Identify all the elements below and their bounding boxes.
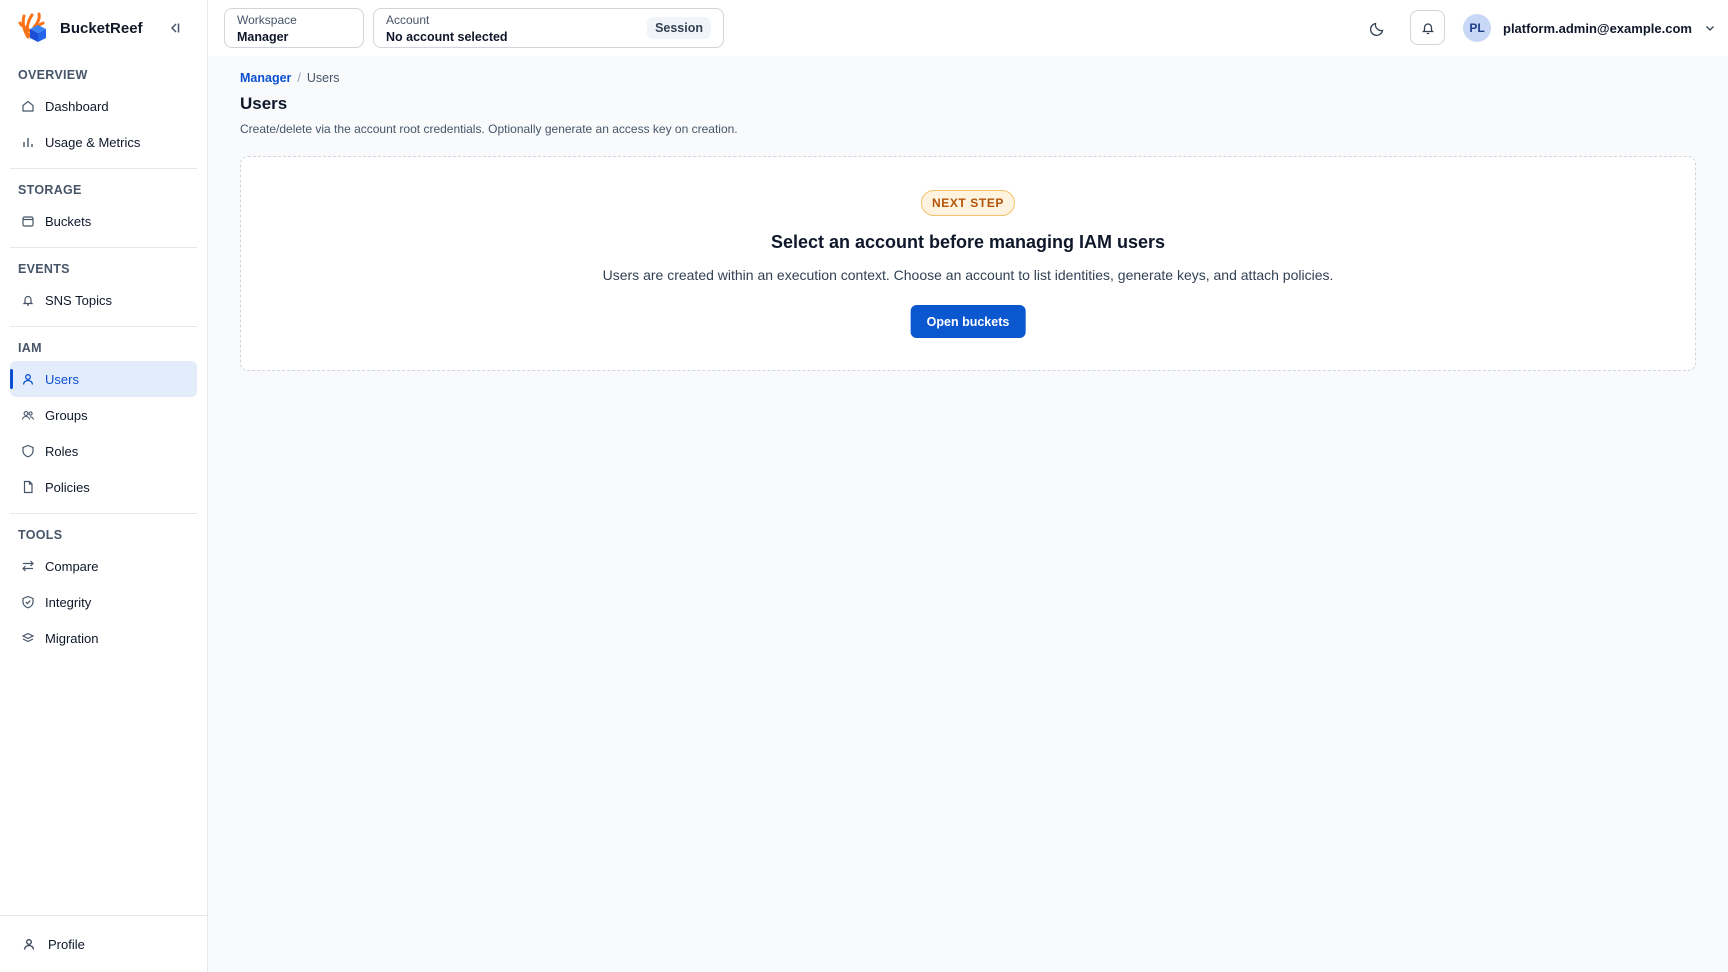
next-step-badge: NEXT STEP	[920, 190, 1016, 216]
section-title: TOOLS	[18, 528, 63, 542]
shield-check-icon	[21, 595, 35, 609]
sidebar-item-label: Dashboard	[45, 98, 109, 114]
sidebar-item-label: Usage & Metrics	[45, 134, 141, 150]
nav-section-events: EVENTS SNS Topics	[10, 256, 197, 327]
sidebar-nav: OVERVIEW Dashboard Usage & Metrics STORA…	[10, 62, 197, 672]
sidebar-item-label: Buckets	[45, 213, 92, 229]
empty-state-card: NEXT STEP Select an account before manag…	[240, 156, 1696, 371]
topbar: Workspace Manager Account No account sel…	[208, 0, 1728, 56]
session-chip: Session	[647, 17, 711, 39]
page-description: Create/delete via the account root crede…	[240, 122, 738, 136]
section-title: IAM	[18, 341, 42, 355]
account-selector[interactable]: Account No account selected Session	[373, 8, 724, 48]
breadcrumb: Manager / Users	[240, 71, 340, 85]
section-title: OVERVIEW	[18, 68, 88, 82]
brand-name: BucketReef	[60, 19, 143, 37]
compare-icon	[21, 559, 35, 573]
sidebar-item-usage-metrics[interactable]: Usage & Metrics	[10, 124, 197, 160]
sidebar-item-label: Groups	[45, 407, 88, 423]
breadcrumb-current: Users	[306, 71, 340, 85]
nav-section-tools: TOOLS Compare Integrity Migration	[10, 522, 197, 664]
migration-icon	[21, 631, 35, 645]
breadcrumb-separator: /	[297, 71, 301, 85]
open-buckets-button[interactable]: Open buckets	[910, 305, 1026, 338]
sidebar-item-profile[interactable]: Profile	[0, 915, 207, 972]
nav-section-iam: IAM Users Groups Roles Policies	[10, 335, 197, 514]
sidebar-item-label: Compare	[45, 558, 99, 574]
sidebar-item-dashboard[interactable]: Dashboard	[10, 88, 197, 124]
file-icon	[21, 480, 35, 494]
bucket-icon	[21, 214, 35, 228]
section-title: EVENTS	[18, 262, 70, 276]
workspace-selector[interactable]: Workspace Manager	[224, 8, 364, 48]
sidebar-item-label: SNS Topics	[45, 292, 112, 308]
users-icon	[21, 408, 35, 422]
sidebar-item-policies[interactable]: Policies	[10, 469, 197, 505]
user-email: platform.admin@example.com	[1503, 20, 1692, 36]
chevron-down-icon	[1704, 22, 1716, 34]
bar-chart-icon	[21, 135, 35, 149]
workspace-value: Manager	[237, 30, 289, 44]
home-icon	[21, 99, 35, 113]
nav-section-storage: STORAGE Buckets	[10, 177, 197, 248]
theme-toggle-button[interactable]	[1368, 18, 1388, 38]
page-title: Users	[240, 94, 288, 113]
sidebar-item-buckets[interactable]: Buckets	[10, 203, 197, 239]
sidebar-item-sns-topics[interactable]: SNS Topics	[10, 282, 197, 318]
sidebar-item-label: Roles	[45, 443, 79, 459]
sidebar-item-groups[interactable]: Groups	[10, 397, 197, 433]
collapse-icon	[167, 21, 181, 35]
empty-state-description: Users are created within an execution co…	[602, 267, 1334, 283]
bell-icon	[21, 293, 35, 307]
workspace-label: Workspace	[237, 13, 297, 27]
sidebar-item-label: Users	[45, 371, 79, 387]
shield-icon	[21, 444, 35, 458]
moon-icon	[1368, 18, 1388, 38]
sidebar-item-compare[interactable]: Compare	[10, 548, 197, 584]
collapse-sidebar-button[interactable]	[164, 18, 184, 38]
notifications-button[interactable]	[1410, 10, 1445, 45]
bell-icon	[1420, 20, 1436, 36]
sidebar-item-label: Migration	[45, 630, 99, 646]
nav-section-overview: OVERVIEW Dashboard Usage & Metrics	[10, 62, 197, 169]
sidebar-item-migration[interactable]: Migration	[10, 620, 197, 656]
avatar: PL	[1463, 14, 1491, 42]
user-icon	[22, 937, 36, 951]
sidebar-item-users[interactable]: Users	[10, 361, 197, 397]
user-icon	[21, 372, 35, 386]
sidebar-item-roles[interactable]: Roles	[10, 433, 197, 469]
empty-state-title: Select an account before managing IAM us…	[770, 232, 1166, 252]
bucketreef-logo-icon	[18, 11, 48, 45]
breadcrumb-link-manager[interactable]: Manager	[240, 71, 291, 85]
sidebar-item-integrity[interactable]: Integrity	[10, 584, 197, 620]
sidebar-item-label: Integrity	[45, 594, 92, 610]
sidebar: BucketReef OVERVIEW Dashboard Usage & Me…	[0, 0, 208, 972]
sidebar-footer-label: Profile	[48, 936, 85, 952]
brand[interactable]: BucketReef	[18, 10, 143, 46]
user-menu[interactable]: PL platform.admin@example.com	[1463, 13, 1716, 43]
section-title: STORAGE	[18, 183, 82, 197]
sidebar-item-label: Policies	[45, 479, 90, 495]
